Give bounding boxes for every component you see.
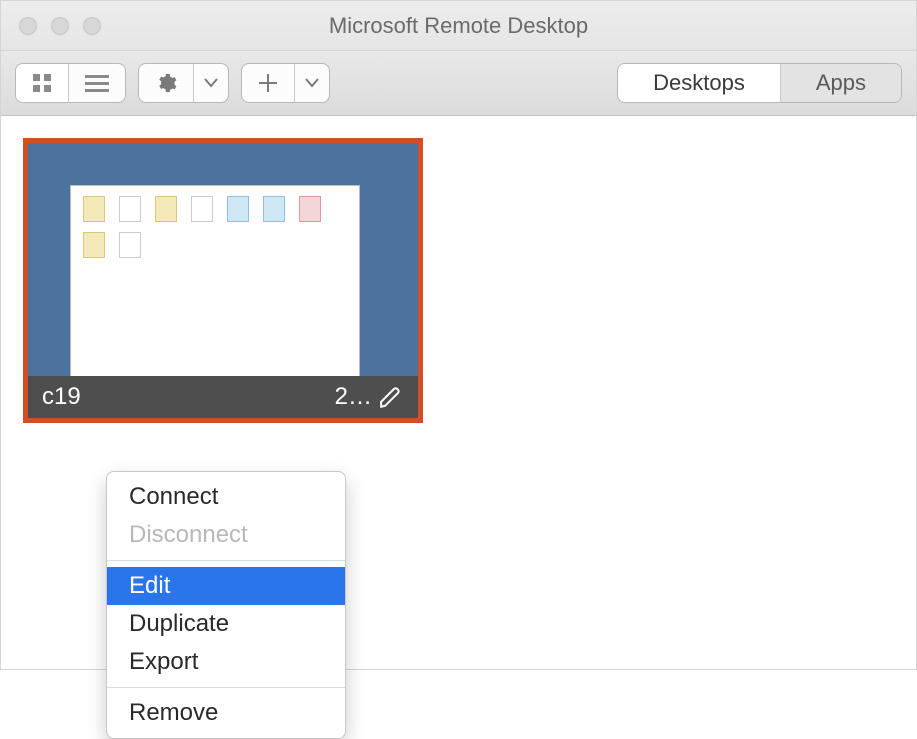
grid-icon [32,73,52,93]
menu-separator [107,560,345,561]
menu-duplicate[interactable]: Duplicate [107,605,345,643]
settings-group [138,63,229,103]
close-window-button[interactable] [19,17,37,35]
add-button[interactable] [242,64,295,102]
menu-disconnect: Disconnect [107,516,345,554]
settings-button[interactable] [139,64,194,102]
menu-remove[interactable]: Remove [107,694,345,732]
desktop-name-left: c19 [42,383,335,411]
edit-icon[interactable] [378,384,404,410]
gear-icon [155,72,177,94]
context-menu: Connect Disconnect Edit Duplicate Export… [106,471,346,739]
content-area: c19 2… Connect Disconnect Edit Duplicate… [1,116,916,669]
titlebar: Microsoft Remote Desktop [1,1,916,51]
menu-connect[interactable]: Connect [107,478,345,516]
chevron-down-icon [305,78,319,88]
tile-footer: c19 2… [28,376,418,418]
add-group [241,63,330,103]
plus-icon [258,73,278,93]
app-window: Microsoft Remote Desktop [0,0,917,670]
settings-dropdown-button[interactable] [194,64,228,102]
desktop-name-right: 2… [335,383,378,411]
desktop-tile[interactable]: c19 2… [23,138,423,423]
tab-apps[interactable]: Apps [781,64,901,102]
main-tabs: Desktops Apps [617,63,902,103]
view-mode-group [15,63,126,103]
toolbar: Desktops Apps [1,51,916,116]
list-icon [85,73,109,93]
window-controls [1,17,101,35]
desktop-thumbnail [28,143,418,381]
add-dropdown-button[interactable] [295,64,329,102]
menu-export[interactable]: Export [107,643,345,681]
minimize-window-button[interactable] [51,17,69,35]
tab-desktops[interactable]: Desktops [618,64,781,102]
grid-view-button[interactable] [16,64,69,102]
window-title: Microsoft Remote Desktop [1,13,916,39]
chevron-down-icon [204,78,218,88]
zoom-window-button[interactable] [83,17,101,35]
thumbnail-window [70,185,360,381]
menu-edit[interactable]: Edit [107,567,345,605]
menu-separator [107,687,345,688]
list-view-button[interactable] [69,64,125,102]
